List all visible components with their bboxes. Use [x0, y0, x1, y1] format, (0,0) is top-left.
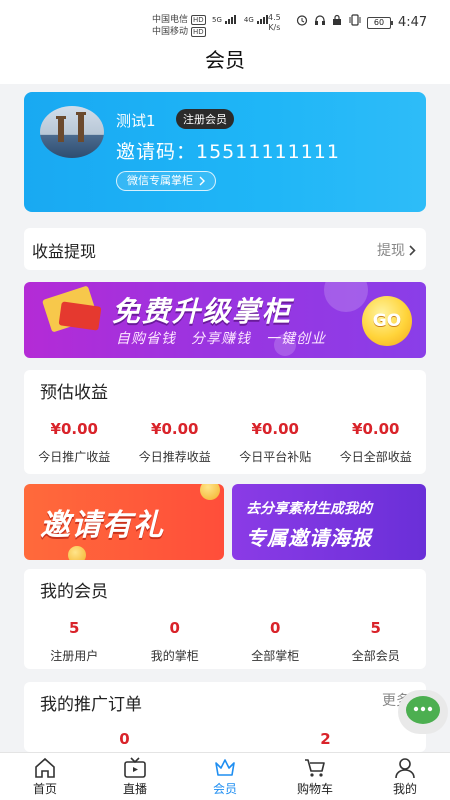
network-speed: 4.5 K/s: [268, 13, 281, 32]
order-value: 0: [119, 730, 130, 748]
carrier-1: 中国电信: [152, 15, 189, 25]
signal-4g-icon: 4G: [244, 15, 268, 24]
earnings-title: 预估收益: [40, 383, 108, 403]
earnings-stats: ¥0.00 今日推广收益 ¥0.00 今日推荐收益 ¥0.00 今日平台补贴 ¥…: [24, 420, 426, 465]
earning-value: ¥0.00: [251, 420, 299, 438]
member-level-badge: 注册会员: [176, 109, 234, 129]
signal-5g-icon: 5G: [212, 15, 236, 24]
share-poster-line1: 去分享素材生成我的: [246, 501, 372, 517]
invite-code[interactable]: 邀请码：15511111111: [116, 137, 340, 164]
earning-label: 今日推荐收益: [138, 450, 211, 464]
order-stat[interactable]: 2: [225, 730, 426, 748]
tab-label: 会员: [212, 782, 237, 796]
status-bar: 中国电信 HD 中国移动 HD 5G 4G 4.5 K/s 60 4:47: [0, 0, 450, 40]
tv-icon: [124, 757, 146, 778]
member-card: 测试1 注册会员 邀请码：15511111111 微信专属掌柜: [24, 92, 426, 212]
coin-icon: [200, 484, 220, 500]
wechat-float-button[interactable]: [398, 690, 448, 734]
member-value: 0: [270, 619, 281, 637]
invite-gift-card[interactable]: 邀请有礼: [24, 484, 224, 560]
tab-live[interactable]: 直播: [90, 753, 180, 800]
page-title: 会员: [205, 48, 245, 72]
carrier-info: 中国电信 HD 中国移动 HD: [152, 14, 206, 38]
banner-subtitle: 自购省钱 分享赚钱 一键创业: [116, 331, 326, 347]
chevron-right-icon: [409, 244, 416, 256]
earning-value: ¥0.00: [352, 420, 400, 438]
orders-section: 我的推广订单 更多 0 2: [24, 682, 426, 752]
hd-badge-2: HD: [191, 27, 206, 37]
tab-member[interactable]: 会员: [180, 753, 270, 800]
page-header: 会员: [0, 40, 450, 84]
bottom-tab-bar: 首页 直播 会员 购物车 我的: [0, 752, 450, 800]
banner-headline: 免费升级掌柜: [112, 295, 293, 328]
crown-icon: [215, 759, 235, 776]
headphone-icon: [315, 15, 325, 25]
chat-dots-icon: [413, 706, 433, 712]
member-label: 全部会员: [351, 649, 400, 663]
member-label: 注册用户: [50, 649, 99, 663]
vibrate-icon: [349, 14, 361, 26]
withdraw-row[interactable]: 收益提现 提现: [24, 228, 426, 270]
upgrade-banner[interactable]: 免费升级掌柜 自购省钱 分享赚钱 一键创业 GO: [24, 282, 426, 358]
member-value: 0: [169, 619, 180, 637]
user-icon: [395, 758, 415, 779]
wechat-manager-label: 微信专属掌柜: [127, 174, 193, 187]
withdraw-link[interactable]: 提现: [377, 240, 416, 260]
member-label: 我的掌柜: [150, 649, 199, 663]
hd-badge-1: HD: [191, 15, 206, 25]
tab-label: 购物车: [296, 782, 333, 796]
signal-icons: 5G 4G: [212, 15, 268, 24]
earning-stat[interactable]: ¥0.00 今日全部收益: [326, 420, 427, 465]
home-icon: [35, 757, 55, 778]
battery-icon: 60: [367, 17, 393, 29]
carrier-2: 中国移动: [152, 27, 189, 37]
member-value: 5: [370, 619, 381, 637]
members-stats: 5 注册用户 0 我的掌柜 0 全部掌柜 5 全部会员: [24, 619, 426, 664]
lock-icon: [333, 14, 341, 25]
tab-mine[interactable]: 我的: [360, 753, 450, 800]
order-value: 2: [320, 730, 331, 748]
clock: 4:47: [398, 15, 428, 30]
tab-cart[interactable]: 购物车: [270, 753, 360, 800]
earning-stat[interactable]: ¥0.00 今日推广收益: [24, 420, 125, 465]
coin-icon: [68, 546, 86, 560]
chevron-right-icon: [199, 176, 205, 186]
earning-label: 今日推广收益: [38, 450, 111, 464]
order-stat[interactable]: 0: [24, 730, 225, 748]
share-poster-line2: 专属邀请海报: [246, 526, 372, 550]
tab-home[interactable]: 首页: [0, 753, 90, 800]
orders-stats: 0 2: [24, 730, 426, 748]
earning-value: ¥0.00: [50, 420, 98, 438]
withdraw-title: 收益提现: [32, 242, 97, 261]
username: 测试1: [116, 112, 156, 130]
members-section: 我的会员 5 注册用户 0 我的掌柜 0 全部掌柜 5 全部会员: [24, 569, 426, 669]
cart-icon: [305, 759, 325, 777]
tab-label: 首页: [32, 782, 57, 796]
earning-label: 今日平台补贴: [239, 450, 312, 464]
tab-label: 直播: [122, 782, 147, 796]
orders-title: 我的推广订单: [40, 695, 142, 715]
earnings-section: 预估收益 ¥0.00 今日推广收益 ¥0.00 今日推荐收益 ¥0.00 今日平…: [24, 370, 426, 474]
earning-value: ¥0.00: [151, 420, 199, 438]
go-button[interactable]: GO: [362, 296, 412, 346]
share-poster-card[interactable]: 去分享素材生成我的 专属邀请海报: [232, 484, 426, 560]
member-stat[interactable]: 0 全部掌柜: [225, 619, 326, 664]
alarm-icon: [296, 15, 308, 26]
member-value: 5: [69, 619, 80, 637]
earning-label: 今日全部收益: [339, 450, 412, 464]
members-title: 我的会员: [40, 582, 108, 602]
member-stat[interactable]: 5 注册用户: [24, 619, 125, 664]
invite-gift-text: 邀请有礼: [40, 508, 164, 543]
tab-label: 我的: [392, 782, 417, 796]
earning-stat[interactable]: ¥0.00 今日平台补贴: [225, 420, 326, 465]
member-label: 全部掌柜: [251, 649, 300, 663]
member-stat[interactable]: 0 我的掌柜: [125, 619, 226, 664]
member-stat[interactable]: 5 全部会员: [326, 619, 427, 664]
system-icons: [296, 14, 362, 26]
avatar[interactable]: [40, 106, 104, 158]
wechat-manager-button[interactable]: 微信专属掌柜: [116, 171, 216, 191]
earning-stat[interactable]: ¥0.00 今日推荐收益: [125, 420, 226, 465]
withdraw-link-label: 提现: [377, 243, 405, 259]
